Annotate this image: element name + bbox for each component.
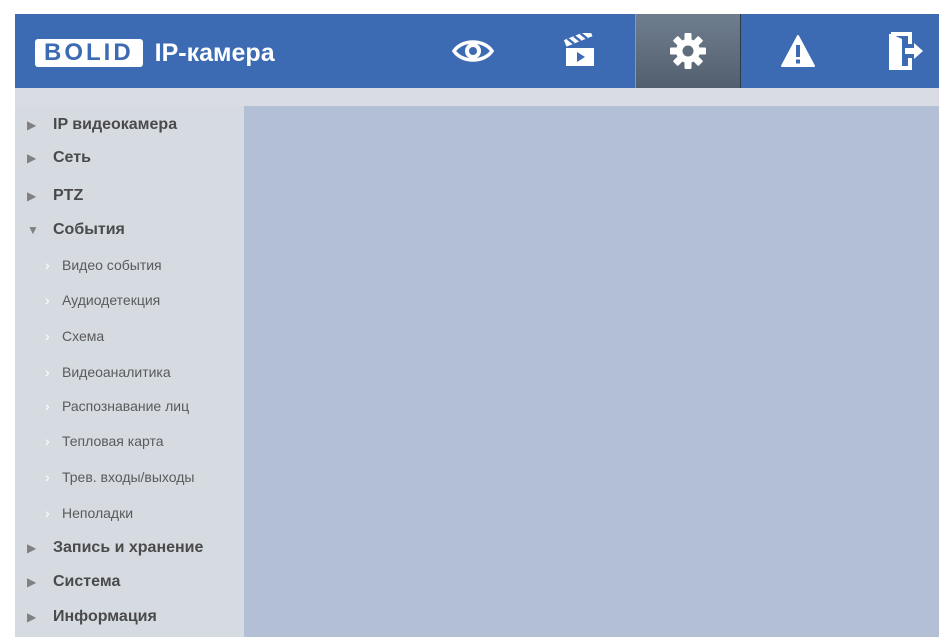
brand-logo: BOLID IP-камера xyxy=(35,38,275,68)
sidebar-subitem-video-analytics[interactable]: › Видеоаналитика xyxy=(45,361,171,383)
sidebar-item-label: Запись и хранение xyxy=(53,539,204,556)
nav-logout-button[interactable] xyxy=(860,14,939,88)
expand-arrow-icon: ▶ xyxy=(27,118,37,132)
sidebar-item-events[interactable]: ▼ События xyxy=(27,218,125,242)
sidebar-item-recording-storage[interactable]: ▶ Запись и хранение xyxy=(27,536,203,560)
sidebar-item-label: Сеть xyxy=(53,149,91,166)
sidebar-subitem-video-events[interactable]: › Видео события xyxy=(45,254,162,276)
sidebar-subitem-scheme[interactable]: › Схема xyxy=(45,325,104,347)
chevron-right-icon: › xyxy=(45,257,50,273)
eye-icon xyxy=(451,40,494,62)
logo-subtitle: IP-камера xyxy=(154,39,275,67)
sidebar-subitem-label: Схема xyxy=(62,328,105,344)
expand-arrow-icon: ▶ xyxy=(27,610,37,624)
logo-wordmark: BOLID xyxy=(35,39,143,67)
sidebar-subitem-label: Аудиодетекция xyxy=(62,292,161,308)
collapse-arrow-icon: ▼ xyxy=(27,223,39,237)
app-window: BOLID IP-камера ▶ IP видеокамера ▶ Сеть … xyxy=(0,0,939,637)
sidebar-subitem-label: Видео события xyxy=(62,257,162,273)
sidebar-item-ptz[interactable]: ▶ PTZ xyxy=(27,184,83,208)
sidebar-subitem-audio-detection[interactable]: › Аудиодетекция xyxy=(45,289,160,311)
gear-icon xyxy=(670,33,706,69)
expand-arrow-icon: ▶ xyxy=(27,541,37,555)
nav-settings-button[interactable] xyxy=(635,14,741,88)
expand-arrow-icon: ▶ xyxy=(27,151,37,165)
sidebar-item-ip-camera[interactable]: ▶ IP видеокамера xyxy=(27,113,177,137)
sidebar-item-label: PTZ xyxy=(53,187,84,204)
sidebar-item-information[interactable]: ▶ Информация xyxy=(27,605,157,629)
top-header: BOLID IP-камера xyxy=(15,14,939,88)
clapperboard-icon xyxy=(563,33,594,66)
chevron-right-icon: › xyxy=(45,469,50,485)
sidebar-subitem-alarm-io[interactable]: › Трев. входы/выходы xyxy=(45,466,195,488)
expand-arrow-icon: ▶ xyxy=(27,189,37,203)
nav-alarm-button[interactable] xyxy=(745,14,850,88)
sidebar-subitem-label: Неполадки xyxy=(62,505,134,521)
sidebar-item-label: Система xyxy=(53,573,121,590)
chevron-right-icon: › xyxy=(45,292,50,308)
nav-playback-button[interactable] xyxy=(527,14,632,88)
chevron-right-icon: › xyxy=(45,433,50,449)
sidebar-subitem-label: Распознавание лиц xyxy=(62,398,190,414)
warning-icon xyxy=(780,35,815,67)
sidebar-item-label: IP видеокамера xyxy=(53,116,178,133)
sidebar-item-label: События xyxy=(53,221,125,238)
sidebar-item-system[interactable]: ▶ Система xyxy=(27,570,120,594)
sidebar-item-network[interactable]: ▶ Сеть xyxy=(27,146,91,170)
chevron-right-icon: › xyxy=(45,398,50,414)
chevron-right-icon: › xyxy=(45,505,50,521)
nav-live-view-button[interactable] xyxy=(420,14,525,88)
settings-sidebar: ▶ IP видеокамера ▶ Сеть ▶ PTZ ▼ События … xyxy=(15,106,244,637)
chevron-right-icon: › xyxy=(45,364,50,380)
expand-arrow-icon: ▶ xyxy=(27,575,37,589)
header-divider-strip xyxy=(15,88,939,106)
settings-content-panel xyxy=(244,106,939,637)
sidebar-subitem-label: Видеоаналитика xyxy=(62,364,171,380)
exit-icon xyxy=(889,32,923,70)
sidebar-item-label: Информация xyxy=(53,608,157,625)
sidebar-subitem-label: Тепловая карта xyxy=(62,433,164,449)
sidebar-subitem-heat-map[interactable]: › Тепловая карта xyxy=(45,430,164,452)
chevron-right-icon: › xyxy=(45,328,50,344)
sidebar-subitem-label: Трев. входы/выходы xyxy=(62,469,195,485)
sidebar-subitem-face-recognition[interactable]: › Распознавание лиц xyxy=(45,395,189,417)
sidebar-subitem-faults[interactable]: › Неполадки xyxy=(45,502,133,524)
